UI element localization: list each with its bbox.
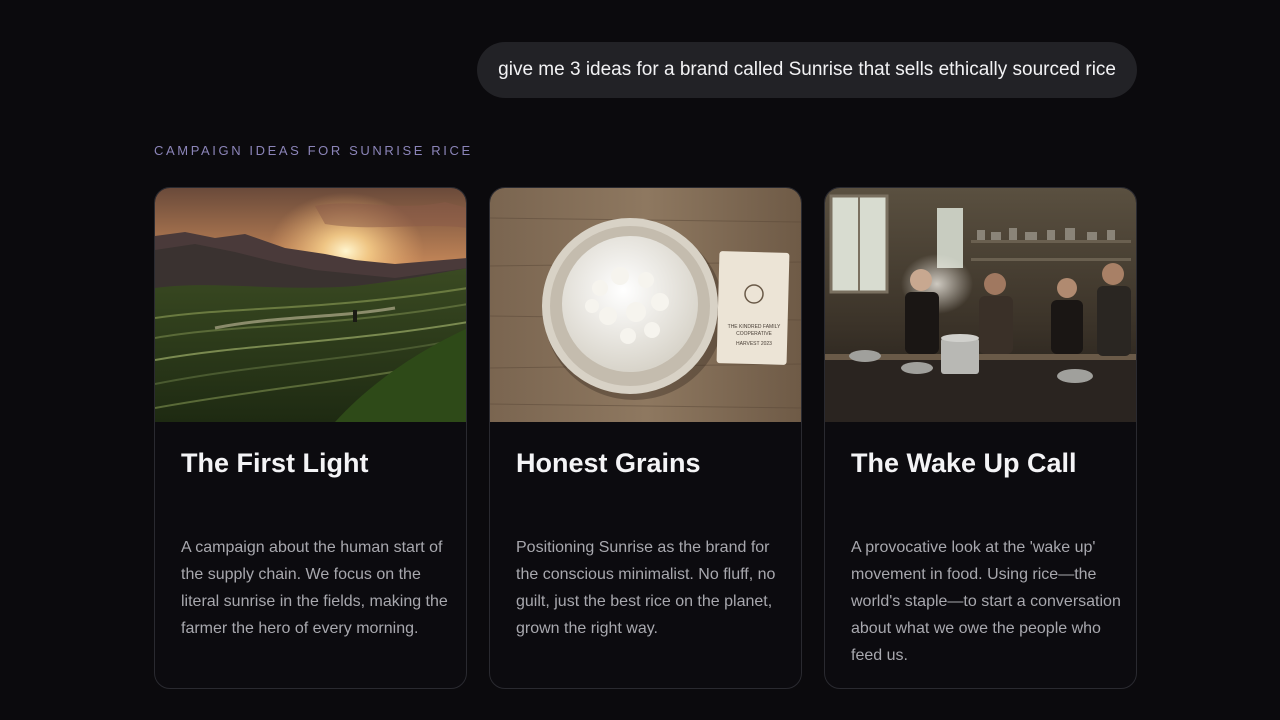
card-title: Honest Grains bbox=[516, 448, 701, 478]
community-kitchen-image bbox=[825, 188, 1136, 422]
card-description: Positioning Sunrise as the brand for the… bbox=[516, 539, 776, 637]
campaign-card-wake-up-call[interactable]: The Wake Up Call A provocative look at t… bbox=[824, 187, 1137, 689]
card-text-line-3: HARVEST 2023 bbox=[736, 341, 772, 347]
campaign-card-first-light[interactable]: The First Light A campaign about the hum… bbox=[154, 187, 467, 689]
chat-page: give me 3 ideas for a brand called Sunri… bbox=[0, 0, 1280, 720]
user-prompt-bubble: give me 3 ideas for a brand called Sunri… bbox=[477, 42, 1137, 98]
card-text-line-2: COOPERATIVE bbox=[736, 331, 772, 337]
card-description: A provocative look at the 'wake up' move… bbox=[851, 539, 1121, 664]
card-title: The First Light bbox=[181, 448, 369, 478]
campaign-cards: The First Light A campaign about the hum… bbox=[154, 187, 1137, 689]
card-description: A campaign about the human start of the … bbox=[181, 539, 448, 637]
card-title: The Wake Up Call bbox=[851, 448, 1077, 478]
rice-terraces-sunrise-image bbox=[155, 188, 466, 422]
card-text-line-1: THE KINDRED FAMILY bbox=[728, 324, 781, 330]
user-prompt-text: give me 3 ideas for a brand called Sunri… bbox=[498, 59, 1116, 80]
bowl-of-rice-image: THE KINDRED FAMILY COOPERATIVE HARVEST 2… bbox=[490, 188, 801, 422]
section-label: CAMPAIGN IDEAS FOR SUNRISE RICE bbox=[154, 143, 473, 158]
campaign-card-honest-grains[interactable]: THE KINDRED FAMILY COOPERATIVE HARVEST 2… bbox=[489, 187, 802, 689]
